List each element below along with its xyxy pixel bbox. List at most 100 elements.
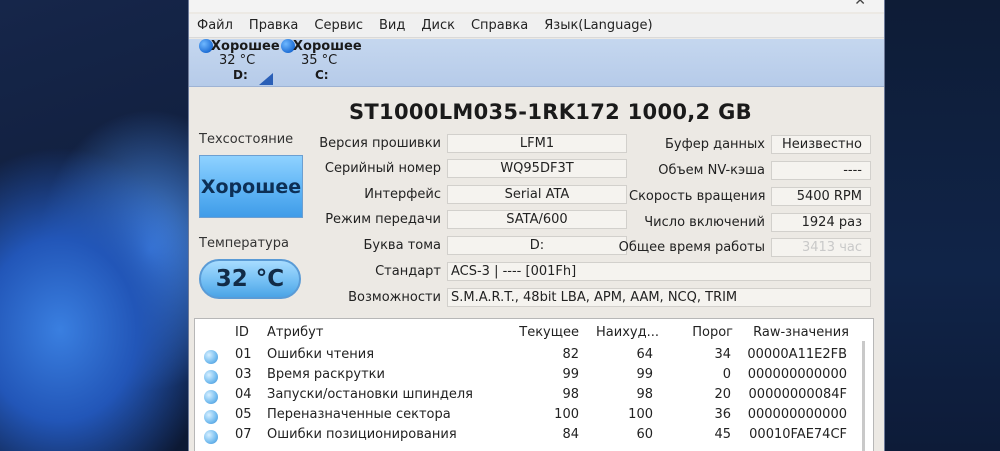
volume-letter-label: Буква тома [363,238,441,253]
cell-worst: 98 [636,387,653,402]
cell-attribute: Ошибки позиционирования [267,427,457,442]
cell-threshold: 45 [714,427,731,442]
smart-attributes-table: ID Атрибут Текущее Наихуд... Порог Raw-з… [194,318,874,451]
interface-value: Serial ATA [447,185,627,204]
column-threshold[interactable]: Порог [692,325,733,340]
status-dot-icon [204,370,218,384]
cell-current: 98 [562,387,579,402]
cell-current: 84 [562,427,579,442]
standard-label: Стандарт [375,264,441,279]
cell-raw: 000000000000 [747,407,847,422]
cell-worst: 99 [636,367,653,382]
cell-current: 82 [562,347,579,362]
drive-selector-bar: Хорошее 32 °C D: Хорошее 35 °C C: [189,39,884,87]
power-on-hours-value: 3413 час [771,238,871,257]
drive-tab-d[interactable]: Хорошее 32 °C D: [197,39,280,87]
menu-help[interactable]: Справка [471,18,528,33]
cell-worst: 64 [636,347,653,362]
cell-threshold: 20 [714,387,731,402]
cell-attribute: Ошибки чтения [267,347,375,362]
buffer-label: Буфер данных [664,137,765,152]
cell-threshold: 0 [722,367,731,382]
column-attribute[interactable]: Атрибут [267,325,323,340]
cell-threshold: 36 [714,407,731,422]
drive-tab-c[interactable]: Хорошее 35 °C C: [279,39,362,87]
cell-current: 100 [554,407,579,422]
cell-raw: 00010FAE74CF [749,427,847,442]
drive-letter: D: [233,68,248,82]
cell-id: 04 [235,387,252,402]
table-row[interactable]: 04 Запуски/остановки шпинделя 98 98 20 0… [195,387,873,407]
close-icon[interactable]: ✕ [854,0,866,8]
cell-worst: 100 [628,407,653,422]
disk-model-title: ST1000LM035-1RK172 1000,2 GB [349,100,752,124]
table-scrollbar[interactable] [862,341,865,451]
table-row[interactable]: 01 Ошибки чтения 82 64 34 00000A11E2FB [195,347,873,367]
column-raw[interactable]: Raw-значения [753,325,849,340]
menu-bar: Файл Правка Сервис Вид Диск Справка Язык… [189,14,884,38]
health-label: Техсостояние [199,132,294,147]
title-bar: ✕ [189,0,884,12]
health-status-badge[interactable]: Хорошее [199,155,303,218]
column-worst[interactable]: Наихуд... [596,325,659,340]
drive-temperature: 35 °C [301,53,338,68]
serial-label: Серийный номер [324,161,441,176]
status-dot-icon [204,430,218,444]
drive-letter: C: [315,68,329,82]
cell-raw: 000000000000 [747,367,847,382]
cell-raw: 00000A11E2FB [747,347,847,362]
features-label: Возможности [348,290,441,305]
power-on-hours-label: Общее время работы [618,240,765,255]
menu-view[interactable]: Вид [379,18,405,33]
nv-cache-value: ---- [771,161,871,180]
nv-cache-label: Объем NV-кэша [658,163,765,178]
cell-attribute: Переназначенные сектора [267,407,451,422]
firmware-label: Версия прошивки [319,136,441,151]
status-dot-icon [204,350,218,364]
drive-status: Хорошее [211,39,280,54]
menu-language[interactable]: Язык(Language) [544,18,652,33]
table-row[interactable]: 03 Время раскрутки 99 99 0 000000000000 [195,367,873,387]
cell-worst: 60 [636,427,653,442]
cell-current: 99 [562,367,579,382]
menu-service[interactable]: Сервис [314,18,363,33]
rotation-speed-value: 5400 RPM [771,187,871,206]
status-dot-icon [204,390,218,404]
serial-value: WQ95DF3T [447,159,627,178]
volume-letter-value: D: [447,236,627,255]
cell-threshold: 34 [714,347,731,362]
cell-id: 03 [235,367,252,382]
cell-id: 01 [235,347,252,362]
buffer-value: Неизвестно [771,135,871,154]
drive-temperature: 32 °C [219,53,256,68]
column-id[interactable]: ID [235,325,249,340]
transfer-mode-label: Режим передачи [325,212,441,227]
menu-disk[interactable]: Диск [421,18,455,33]
firmware-value: LFM1 [447,134,627,153]
selected-corner-icon [259,73,273,85]
menu-file[interactable]: Файл [197,18,233,33]
cell-id: 07 [235,427,252,442]
status-dot-icon [204,410,218,424]
temperature-badge[interactable]: 32 °C [199,259,301,299]
crystaldiskinfo-window: ✕ Файл Правка Сервис Вид Диск Справка Яз… [188,0,885,451]
cell-id: 05 [235,407,252,422]
interface-label: Интерфейс [364,187,441,202]
cell-attribute: Запуски/остановки шпинделя [267,387,473,402]
table-header: ID Атрибут Текущее Наихуд... Порог Raw-з… [195,325,873,345]
rotation-speed-label: Скорость вращения [629,189,766,204]
standard-value: ACS-3 | ---- [001Fh] [447,262,871,281]
temperature-label: Температура [199,236,289,251]
power-on-count-value: 1924 раз [771,213,871,232]
table-row[interactable]: 05 Переназначенные сектора 100 100 36 00… [195,407,873,427]
drive-status: Хорошее [293,39,362,54]
table-row[interactable]: 07 Ошибки позиционирования 84 60 45 0001… [195,427,873,447]
transfer-mode-value: SATA/600 [447,210,627,229]
cell-attribute: Время раскрутки [267,367,385,382]
menu-edit[interactable]: Правка [249,18,298,33]
features-value: S.M.A.R.T., 48bit LBA, APM, AAM, NCQ, TR… [447,288,871,307]
cell-raw: 00000000084F [748,387,847,402]
desktop-background-right [885,0,1000,451]
power-on-count-label: Число включений [644,215,765,230]
column-current[interactable]: Текущее [519,325,579,340]
